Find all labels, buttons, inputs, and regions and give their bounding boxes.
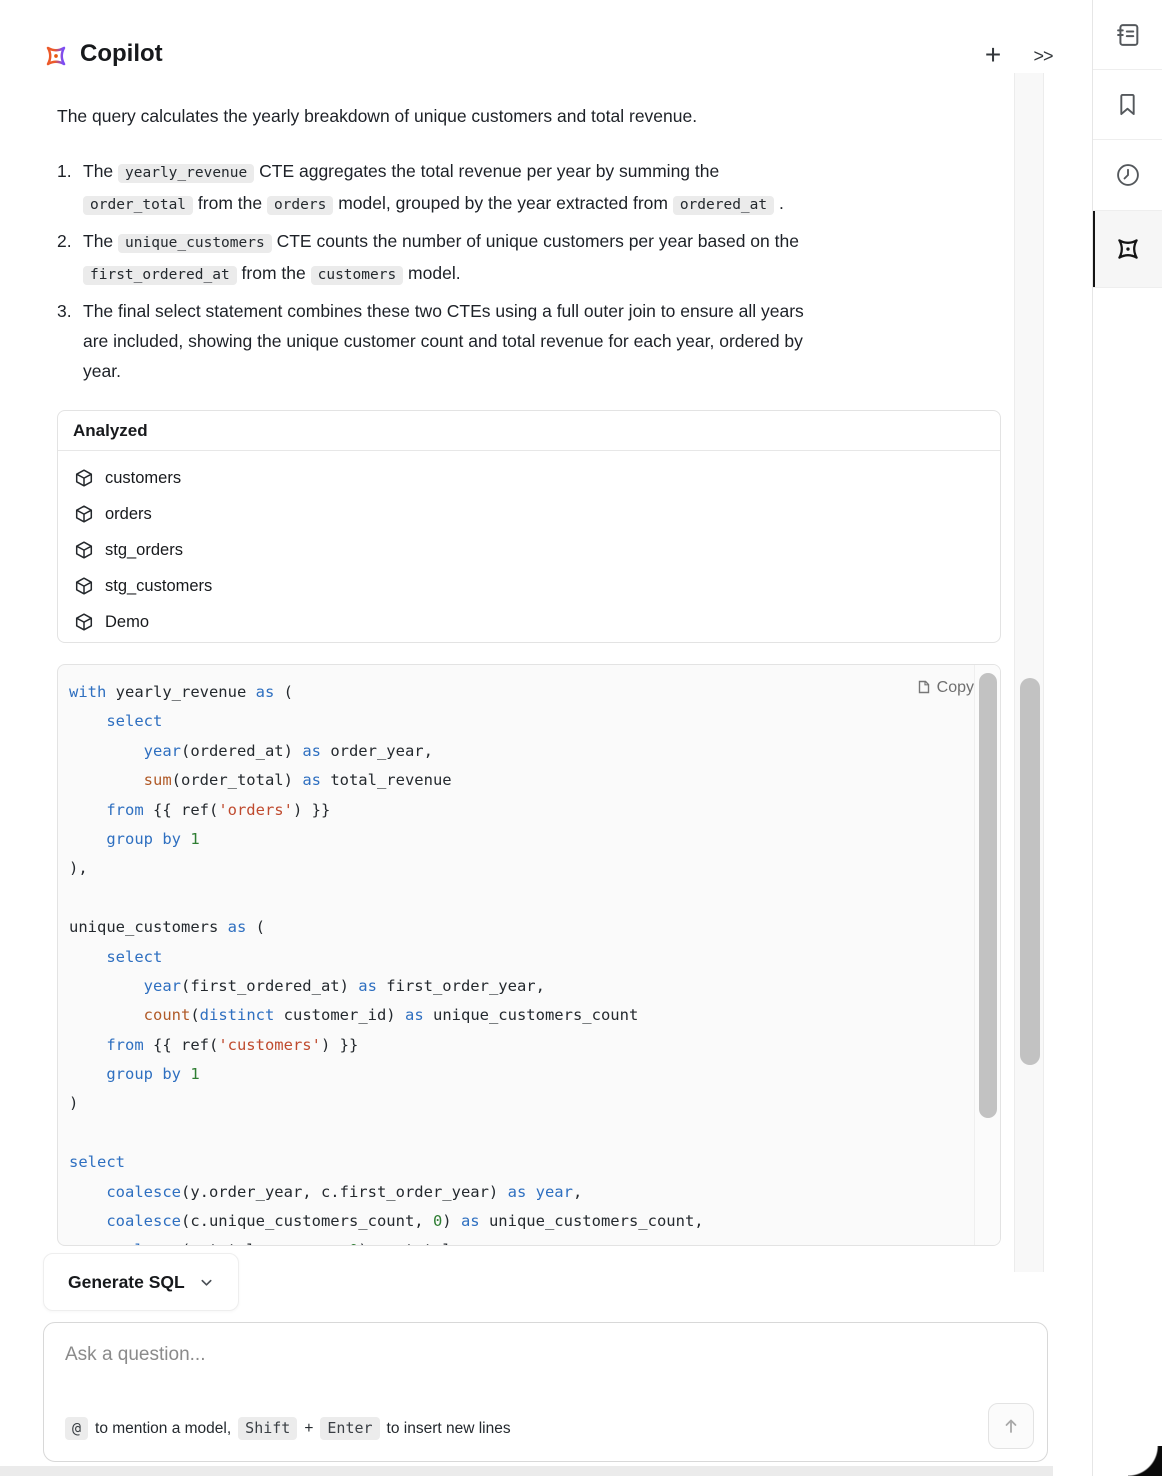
keyboard-key-chip: Shift bbox=[238, 1417, 297, 1440]
sql-code: with yearly_revenue as ( select year(ord… bbox=[69, 678, 704, 1246]
code-scrollbar[interactable] bbox=[974, 665, 1001, 1245]
page-title: Copilot bbox=[80, 40, 163, 68]
copy-code-button[interactable]: Copy bbox=[914, 679, 974, 697]
code-line: group by 1 bbox=[69, 1060, 704, 1089]
notebook-icon bbox=[1114, 21, 1142, 49]
model-cube-icon bbox=[74, 540, 94, 560]
code-line: select bbox=[69, 707, 704, 736]
right-rail bbox=[1092, 0, 1162, 1476]
explanation-item: 3.The final select statement combines th… bbox=[57, 296, 1002, 386]
copilot-logo-icon bbox=[42, 42, 70, 70]
analyzed-model-row[interactable]: stg_orders bbox=[58, 532, 1000, 568]
inline-code: ordered_at bbox=[673, 196, 774, 215]
copilot-panel: Copilot + >> The query calculates the ye… bbox=[0, 0, 1162, 1476]
model-name: customers bbox=[105, 469, 181, 488]
question-input[interactable]: Ask a question... bbox=[65, 1344, 205, 1366]
model-cube-icon bbox=[74, 468, 94, 488]
code-line: from {{ ref('customers') }} bbox=[69, 1031, 704, 1060]
hint-text: to mention a model, bbox=[95, 1420, 231, 1438]
list-number: 3. bbox=[57, 296, 72, 326]
explanation-item: 2.The unique_customers CTE counts the nu… bbox=[57, 226, 1002, 290]
code-line: group by 1 bbox=[69, 825, 704, 854]
inline-code: first_ordered_at bbox=[83, 266, 237, 285]
code-line: ) bbox=[69, 1089, 704, 1118]
collapse-panel-button[interactable]: >> bbox=[1026, 42, 1060, 70]
code-scrollbar-thumb[interactable] bbox=[979, 673, 997, 1118]
analyzed-model-row[interactable]: orders bbox=[58, 496, 1000, 532]
explanation-item: 1.The yearly_revenue CTE aggregates the … bbox=[57, 156, 1002, 220]
list-number: 1. bbox=[57, 156, 72, 186]
list-number: 2. bbox=[57, 226, 72, 256]
inline-code: unique_customers bbox=[118, 234, 272, 253]
new-chat-button[interactable]: + bbox=[978, 38, 1008, 72]
hint-text: + bbox=[304, 1420, 313, 1438]
sql-code-block: with yearly_revenue as ( select year(ord… bbox=[57, 664, 1001, 1246]
arrow-up-icon bbox=[1001, 1416, 1021, 1436]
window-corner bbox=[1128, 1446, 1162, 1476]
analyzed-panel: Analyzed customers orders stg_orders stg… bbox=[57, 410, 1001, 643]
copy-icon bbox=[914, 680, 930, 697]
generate-sql-label: Generate SQL bbox=[68, 1272, 185, 1293]
code-line: unique_customers as ( bbox=[69, 913, 704, 942]
chevron-down-icon bbox=[199, 1275, 214, 1290]
send-button[interactable] bbox=[988, 1403, 1034, 1449]
code-line: coalesce(y.order_year, c.first_order_yea… bbox=[69, 1178, 704, 1207]
chat-scrollbar-thumb[interactable] bbox=[1020, 678, 1040, 1065]
inline-code: order_total bbox=[83, 196, 193, 215]
code-line: sum(order_total) as total_revenue bbox=[69, 766, 704, 795]
analyzed-model-row[interactable]: customers bbox=[58, 460, 1000, 496]
code-line: coalesce(c.unique_customers_count, 0) as… bbox=[69, 1207, 704, 1236]
rail-item-history[interactable] bbox=[1093, 140, 1162, 211]
inline-code: orders bbox=[267, 196, 333, 215]
analyzed-model-list: customers orders stg_orders stg_customer… bbox=[58, 451, 1000, 640]
analyzed-model-row[interactable]: Demo bbox=[58, 604, 1000, 640]
copy-label: Copy bbox=[937, 679, 974, 697]
rail-item-notebook[interactable] bbox=[1093, 0, 1162, 70]
bottom-edge bbox=[0, 1466, 1053, 1476]
inline-code: yearly_revenue bbox=[118, 164, 254, 183]
generate-sql-button[interactable]: Generate SQL bbox=[43, 1253, 239, 1311]
keyboard-key-chip: @ bbox=[65, 1417, 88, 1440]
inline-code: customers bbox=[311, 266, 404, 285]
hint-text: to insert new lines bbox=[387, 1420, 511, 1438]
code-line: coalesce(y.total_revenue, 0) as total_re… bbox=[69, 1236, 704, 1246]
rail-item-bookmark[interactable] bbox=[1093, 70, 1162, 140]
copilot-icon bbox=[1113, 234, 1143, 264]
code-line: from {{ ref('orders') }} bbox=[69, 796, 704, 825]
code-line: ), bbox=[69, 854, 704, 883]
code-line: select bbox=[69, 943, 704, 972]
chat-scrollbar[interactable] bbox=[1014, 73, 1044, 1272]
question-composer: Ask a question... @ to mention a model, Sh… bbox=[43, 1322, 1048, 1462]
code-line: select bbox=[69, 1148, 704, 1177]
history-icon bbox=[1114, 161, 1142, 189]
model-cube-icon bbox=[74, 612, 94, 632]
rail-item-copilot[interactable] bbox=[1093, 211, 1162, 288]
code-line: with yearly_revenue as ( bbox=[69, 678, 704, 707]
analyzed-panel-title: Analyzed bbox=[58, 411, 1000, 451]
code-line: count(distinct customer_id) as unique_cu… bbox=[69, 1001, 704, 1030]
code-line bbox=[69, 884, 704, 913]
explanation-list: 1.The yearly_revenue CTE aggregates the … bbox=[57, 156, 1002, 392]
composer-hint: @ to mention a model, Shift + Enter to insert… bbox=[65, 1417, 511, 1440]
code-line: year(ordered_at) as order_year, bbox=[69, 737, 704, 766]
keyboard-key-chip: Enter bbox=[320, 1417, 379, 1440]
model-name: Demo bbox=[105, 613, 149, 632]
code-line: year(first_ordered_at) as first_order_ye… bbox=[69, 972, 704, 1001]
analyzed-model-row[interactable]: stg_customers bbox=[58, 568, 1000, 604]
model-cube-icon bbox=[74, 504, 94, 524]
bookmark-icon bbox=[1114, 91, 1141, 118]
code-line bbox=[69, 1119, 704, 1148]
explanation-intro: The query calculates the yearly breakdow… bbox=[57, 101, 997, 131]
model-name: stg_orders bbox=[105, 541, 183, 560]
model-cube-icon bbox=[74, 576, 94, 596]
model-name: stg_customers bbox=[105, 577, 212, 596]
model-name: orders bbox=[105, 505, 152, 524]
